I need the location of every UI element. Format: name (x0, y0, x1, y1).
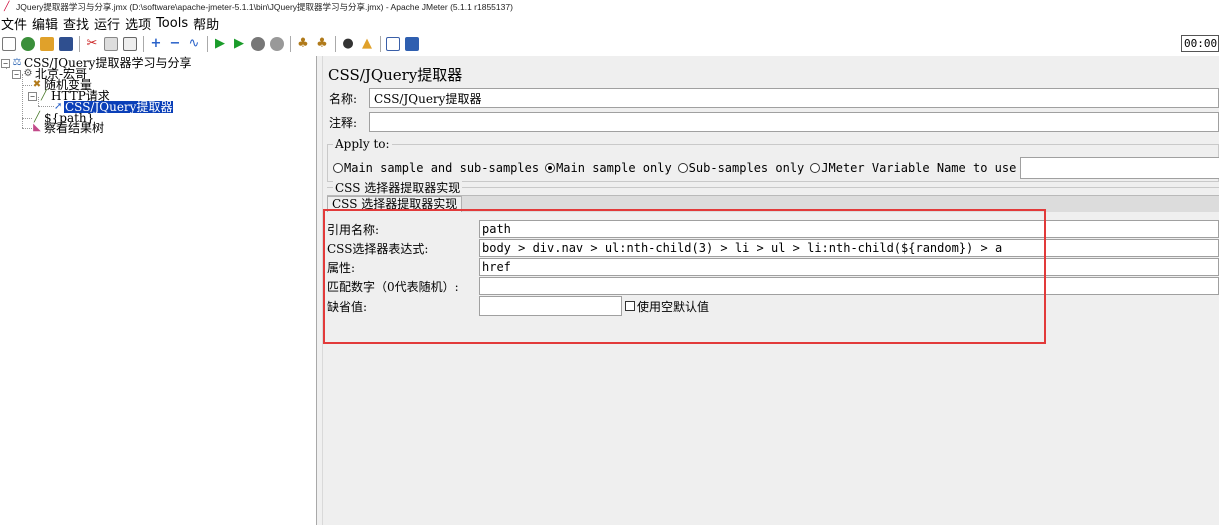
search-icon[interactable]: ● (340, 36, 356, 52)
ref-name-row: 引用名称: path (327, 220, 1219, 238)
shutdown-icon[interactable] (269, 36, 285, 52)
default-value-input[interactable] (479, 296, 622, 316)
checkbox-box (625, 301, 635, 311)
menu-options[interactable]: 选项 (125, 14, 151, 33)
radio-jmeter-variable[interactable]: JMeter Variable Name to use (810, 161, 1016, 175)
radio-circle (333, 163, 343, 173)
start-no-pause-icon[interactable]: ▶ (231, 36, 247, 52)
radio-sub-only[interactable]: Sub-samples only (677, 161, 804, 175)
menu-run[interactable]: 运行 (94, 14, 120, 33)
title-bar: ╱ JQuery提取器学习与分享.jmx (D:\software\apache… (0, 0, 1219, 14)
tree-guide (22, 85, 32, 86)
css-expr-input[interactable]: body > div.nav > ul:nth-child(3) > li > … (479, 239, 1219, 257)
cut-icon[interactable]: ✂ (84, 36, 100, 52)
reset-search-icon[interactable]: ▲ (359, 36, 375, 52)
match-no-input[interactable] (479, 277, 1219, 295)
collapse-icon[interactable]: − (167, 36, 183, 52)
tree-guide (22, 128, 32, 129)
toolbar: ✂ + − ∿ ▶ ▶ ♣ ♣ ● ▲ 00:00 (0, 33, 1219, 55)
menu-tools[interactable]: Tools (156, 16, 188, 31)
menu-search[interactable]: 查找 (63, 14, 89, 33)
toolbar-separator (207, 36, 208, 52)
elapsed-timer: 00:00 (1181, 35, 1219, 52)
pane-splitter[interactable] (316, 56, 323, 525)
attribute-row: 属性: href (327, 258, 1219, 276)
radio-main-only[interactable]: Main sample only (545, 161, 672, 175)
window-title: JQuery提取器学习与分享.jmx (D:\software\apache-j… (16, 2, 513, 12)
jmeter-feather-icon: ╱ (4, 2, 10, 12)
attribute-label: 属性: (327, 260, 356, 275)
use-empty-default-checkbox[interactable]: 使用空默认值 (625, 298, 709, 315)
clear-icon[interactable]: ♣ (295, 36, 311, 52)
panel-title: CSS/JQuery提取器 (328, 66, 463, 84)
impl-tab-strip: CSS 选择器提取器实现 (327, 195, 1219, 212)
expand-icon[interactable]: + (148, 36, 164, 52)
impl-tab[interactable]: CSS 选择器提取器实现 (327, 196, 463, 212)
collapse-toggle-icon[interactable]: − (1, 58, 10, 68)
toolbar-separator (143, 36, 144, 52)
paste-icon[interactable] (122, 36, 138, 52)
open-icon[interactable] (39, 36, 55, 52)
clear-all-icon[interactable]: ♣ (314, 36, 330, 52)
stop-icon[interactable] (250, 36, 266, 52)
default-value-label: 缺省值: (327, 299, 368, 314)
ref-name-label: 引用名称: (327, 222, 380, 237)
radio-circle (677, 163, 688, 173)
function-helper-icon[interactable] (385, 36, 401, 52)
default-value-row: 缺省值: 使用空默认值 (327, 296, 709, 316)
impl-legend: CSS 选择器提取器实现 (333, 179, 463, 196)
comment-label: 注释: (329, 115, 358, 130)
listener-icon: ◣ (33, 122, 41, 133)
http-sampler-icon: ╱ (40, 90, 48, 101)
tree-guide (22, 74, 23, 128)
tree-guide (22, 118, 32, 119)
menu-help[interactable]: 帮助 (193, 14, 219, 33)
tree-node-view-results-tree[interactable]: ◣ 察看结果树 (32, 122, 104, 134)
jmeter-variable-name-input[interactable] (1020, 157, 1219, 179)
radio-circle (810, 163, 821, 173)
match-no-label: 匹配数字（0代表随机）: (327, 279, 459, 294)
attribute-input[interactable]: href (479, 258, 1219, 276)
start-icon[interactable]: ▶ (212, 36, 228, 52)
css-expr-row: CSS选择器表达式: body > div.nav > ul:nth-child… (327, 239, 1219, 257)
menu-edit[interactable]: 编辑 (32, 14, 58, 33)
toggle-icon[interactable]: ∿ (186, 36, 202, 52)
collapse-toggle-icon[interactable]: − (12, 69, 21, 79)
templates-icon[interactable] (20, 36, 36, 52)
comment-input[interactable] (369, 112, 1219, 132)
toolbar-separator (335, 36, 336, 52)
collapse-toggle-icon[interactable]: − (28, 91, 37, 101)
copy-icon[interactable] (103, 36, 119, 52)
save-icon[interactable] (58, 36, 74, 52)
name-label: 名称: (329, 91, 358, 106)
name-input[interactable] (369, 88, 1219, 108)
new-icon[interactable] (1, 36, 17, 52)
ref-name-input[interactable]: path (479, 220, 1219, 238)
toolbar-separator (290, 36, 291, 52)
help-icon[interactable] (404, 36, 420, 52)
radio-circle-selected (545, 163, 556, 173)
element-editor-panel: CSS/JQuery提取器 名称: 注释: Apply to: Main sam… (323, 56, 1219, 525)
menu-file[interactable]: 文件 (1, 14, 27, 33)
match-no-row: 匹配数字（0代表随机）: (327, 277, 1219, 295)
name-row: 名称: (327, 87, 1219, 109)
apply-to-options: Main sample and sub-samples Main sample … (333, 157, 1219, 179)
menu-bar: 文件 编辑 查找 运行 选项 Tools 帮助 (0, 14, 1219, 33)
comment-row: 注释: (327, 111, 1219, 133)
toolbar-separator (79, 36, 80, 52)
css-expr-label: CSS选择器表达式: (327, 241, 429, 256)
apply-to-legend: Apply to: (333, 137, 392, 151)
toolbar-separator (380, 36, 381, 52)
radio-main-and-sub[interactable]: Main sample and sub-samples (333, 161, 539, 175)
tree-guide (38, 106, 54, 107)
test-plan-tree: − ⚖ CSS/JQuery提取器学习与分享 − ⚙ 北京-宏哥 ✖ 随机变量 … (0, 56, 316, 525)
